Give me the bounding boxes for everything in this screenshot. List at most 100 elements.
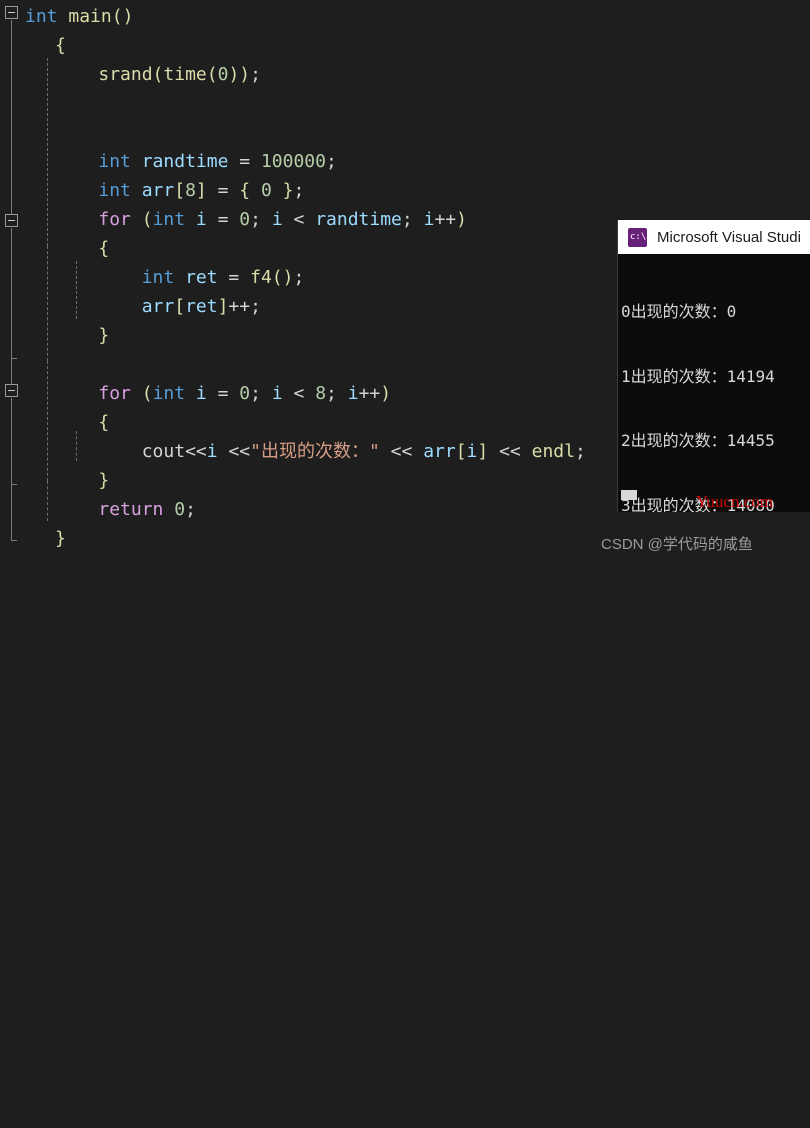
token-ret-1: ret (185, 267, 218, 288)
code-line-2[interactable]: { (55, 31, 66, 60)
token-paren-open-6: ( (141, 383, 153, 404)
console-window[interactable]: Microsoft Visual Studi 0出现的次数：0 1出现的次数：1… (617, 220, 810, 512)
code-line-12[interactable]: } (55, 321, 109, 350)
token-paren-close-2: ) (239, 64, 251, 85)
token-eight-2: 8 (315, 383, 327, 404)
token-brace-close-3: } (98, 325, 110, 346)
code-text[interactable]: int main() { srand(time(0)); int randtim… (0, 0, 810, 1128)
token-semicolon-8: ; (250, 383, 261, 404)
token-brace-open-4: { (98, 412, 110, 433)
token-arr-3: arr (423, 441, 456, 462)
token-shift-1: << (185, 441, 207, 462)
token-assign-3: = (217, 209, 229, 230)
code-line-18[interactable]: return 0; (55, 495, 196, 524)
token-semicolon-1: ; (250, 64, 261, 85)
token-int-6: int (152, 383, 186, 404)
token-semicolon-6: ; (293, 267, 305, 288)
token-brace-open-3: { (98, 238, 110, 259)
code-line-6[interactable]: int randtime = 100000; (55, 147, 337, 176)
token-paren-close: ) (122, 6, 134, 27)
token-semicolon-7: ; (250, 296, 261, 317)
token-brace-close-2: } (282, 180, 294, 201)
token-paren-close-3: ) (228, 64, 240, 85)
token-zero-4: 0 (239, 383, 251, 404)
token-assign-4: = (228, 267, 240, 288)
token-semicolon-5: ; (401, 209, 413, 230)
token-i-7: i (206, 441, 218, 462)
token-randtime-2: randtime (315, 209, 402, 230)
token-eight-1: 8 (185, 180, 196, 201)
token-time: time (163, 64, 207, 85)
token-endl: endl (531, 441, 575, 462)
console-cursor (621, 490, 637, 500)
code-line-3[interactable]: srand(time(0)); (55, 60, 261, 89)
token-bracket-open-2: [ (174, 296, 186, 317)
token-semicolon-2: ; (325, 151, 337, 172)
token-i-8: i (466, 441, 478, 462)
token-i-1: i (195, 209, 207, 230)
token-incr-2: ++ (228, 296, 251, 317)
console-titlebar[interactable]: Microsoft Visual Studi (618, 220, 810, 254)
token-paren-open-5: ( (271, 267, 283, 288)
token-brace-close-main: } (55, 528, 66, 549)
token-assign-2: = (217, 180, 229, 201)
token-brace-open: { (55, 35, 66, 56)
console-output-line: 0出现的次数：0 (621, 302, 737, 321)
token-paren-open-3: ( (206, 64, 218, 85)
token-zero-3: 0 (239, 209, 251, 230)
token-arr-1: arr (141, 180, 175, 201)
token-paren-open-4: ( (141, 209, 153, 230)
token-int: int (25, 6, 58, 27)
token-randtime: randtime (141, 151, 229, 172)
token-semicolon-4: ; (250, 209, 261, 230)
code-line-7[interactable]: int arr[8] = { 0 }; (55, 176, 304, 205)
token-i-6: i (347, 383, 359, 404)
token-paren-open: ( (111, 6, 123, 27)
code-line-1[interactable]: int main() (25, 2, 133, 31)
token-assign-5: = (217, 383, 229, 404)
token-brace-open-2: { (239, 180, 251, 201)
token-paren-close-5: ) (282, 267, 294, 288)
code-line-16[interactable]: cout<<i <<"出现的次数：" << arr[i] << endl; (55, 437, 586, 466)
token-shift-4: << (499, 441, 521, 462)
token-paren-open-2: ( (152, 64, 164, 85)
token-bracket-close-2: ] (217, 296, 229, 317)
token-i-5: i (271, 383, 283, 404)
code-line-17[interactable]: } (55, 466, 109, 495)
console-title: Microsoft Visual Studi (657, 228, 801, 246)
watermark-csdn: CSDN @学代码的咸鱼 (601, 536, 753, 553)
token-bracket-close-1: ] (195, 180, 207, 201)
token-i-3: i (423, 209, 435, 230)
token-shift-2: << (228, 441, 251, 462)
token-srand: srand (98, 64, 153, 85)
token-ret-2: ret (185, 296, 218, 317)
token-incr-1: ++ (434, 209, 457, 230)
token-semicolon-9: ; (326, 383, 337, 404)
token-for-1: for (98, 209, 131, 230)
token-main: main (68, 6, 112, 27)
token-lt-1: < (293, 209, 305, 230)
token-shift-3: << (390, 441, 413, 462)
token-int-2: int (98, 151, 131, 172)
token-int-3: int (98, 180, 131, 201)
code-line-15[interactable]: { (55, 408, 109, 437)
token-lt-2: < (293, 383, 305, 404)
token-bracket-open-1: [ (174, 180, 186, 201)
console-window-icon (628, 227, 647, 247)
code-line-19[interactable]: } (55, 524, 66, 553)
code-line-11[interactable]: arr[ret]++; (55, 292, 261, 321)
code-line-8[interactable]: for (int i = 0; i < randtime; i++) (55, 205, 467, 234)
token-paren-close-4: ) (456, 209, 467, 230)
token-i-4: i (195, 383, 207, 404)
watermark-yuucn: Yuucn.com (696, 492, 773, 511)
token-int-5: int (141, 267, 175, 288)
code-line-10[interactable]: int ret = f4(); (55, 263, 305, 292)
token-return: return (98, 499, 164, 520)
token-for-2: for (98, 383, 131, 404)
token-assign-1: = (239, 151, 251, 172)
code-line-9[interactable]: { (55, 234, 109, 263)
token-string-literal: "出现的次数：" (250, 441, 380, 462)
token-semicolon-3: ; (293, 180, 305, 201)
token-zero-2: 0 (260, 180, 272, 201)
code-line-14[interactable]: for (int i = 0; i < 8; i++) (55, 379, 391, 408)
